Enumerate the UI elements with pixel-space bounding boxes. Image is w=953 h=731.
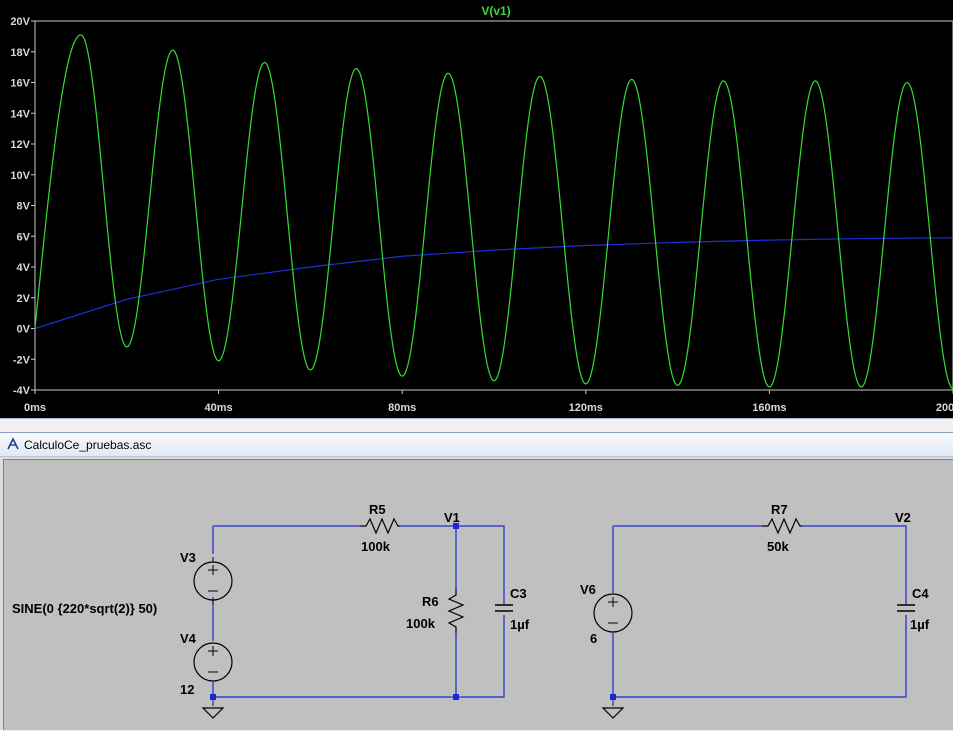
c3-capacitor[interactable] xyxy=(495,604,513,612)
y-tick-label: 20V xyxy=(10,16,30,28)
r5-resistor[interactable] xyxy=(360,517,400,535)
trace-v1[interactable] xyxy=(34,34,953,390)
v4-voltage-source[interactable] xyxy=(193,642,233,682)
x-tick-label: 0ms xyxy=(24,402,46,414)
plot-frame xyxy=(34,20,953,391)
x-tick-label: 120ms xyxy=(569,402,603,414)
x-tick-label: 160ms xyxy=(752,402,786,414)
y-tick-label: -2V xyxy=(13,354,31,366)
waveform-plot-pane[interactable]: V(v1) 20V 18V 16V 14V 12V 10V 8V 6V 4V 2V 0V -2V -4V… xyxy=(0,0,953,418)
c4-value-label[interactable]: 1µf xyxy=(910,617,930,632)
schematic-window-title: CalculoCe_pruebas.asc xyxy=(24,438,152,452)
r6-name-label[interactable]: R6 xyxy=(422,594,439,609)
y-tick-label: -4V xyxy=(13,385,31,397)
schematic-titlebar[interactable]: CalculoCe_pruebas.asc xyxy=(0,433,953,457)
r7-value-label[interactable]: 50k xyxy=(767,539,789,554)
pane-splitter[interactable] xyxy=(0,418,953,432)
c3-value-label[interactable]: 1µf xyxy=(510,617,530,632)
ground-symbol-left[interactable] xyxy=(201,707,225,719)
x-tick-label: 200ms xyxy=(936,402,953,414)
y-tick-label: 2V xyxy=(17,293,31,305)
schematic-file-icon xyxy=(7,437,19,450)
junction-ground-left xyxy=(210,694,216,700)
net-label-v2[interactable]: V2 xyxy=(895,510,911,525)
waveform-plot[interactable]: V(v1) 20V 18V 16V 14V 12V 10V 8V 6V 4V 2V 0V -2V -4V… xyxy=(0,0,953,418)
junction-bottom-left xyxy=(453,694,459,700)
y-tick-label: 4V xyxy=(17,262,31,274)
ground-symbol-right[interactable] xyxy=(601,707,625,719)
v6-value-label[interactable]: 6 xyxy=(590,631,597,646)
trace-v2[interactable] xyxy=(34,237,953,330)
y-tick-label: 10V xyxy=(10,170,30,182)
schematic-canvas[interactable]: V3 SINE(0 {220*sqrt(2)} 50) V4 12 R5 100… xyxy=(3,459,953,730)
y-tick-label: 16V xyxy=(10,78,30,90)
y-tick-label: 0V xyxy=(17,324,31,336)
r6-resistor[interactable] xyxy=(447,589,465,633)
wires-right xyxy=(612,525,907,706)
v4-name-label[interactable]: V4 xyxy=(180,631,197,646)
x-tick-label: 80ms xyxy=(388,402,416,414)
net-label-v1[interactable]: V1 xyxy=(444,510,460,525)
y-tick-label: 18V xyxy=(10,47,30,59)
r5-name-label[interactable]: R5 xyxy=(369,502,386,517)
trace-title-v1[interactable]: V(v1) xyxy=(481,4,510,18)
y-tick-label: 8V xyxy=(17,201,31,213)
r7-name-label[interactable]: R7 xyxy=(771,502,788,517)
r7-resistor[interactable] xyxy=(762,517,802,535)
v4-value-label[interactable]: 12 xyxy=(180,682,194,697)
schematic-window: CalculoCe_pruebas.asc V3 SINE(0 {220*sqr… xyxy=(0,432,953,730)
y-axis: 20V 18V 16V 14V 12V 10V 8V 6V 4V 2V 0V -2V -4V xyxy=(10,16,35,397)
junction-ground-right xyxy=(610,694,616,700)
c4-name-label[interactable]: C4 xyxy=(912,586,929,601)
c4-capacitor[interactable] xyxy=(897,604,915,612)
y-tick-label: 14V xyxy=(10,108,30,120)
y-tick-label: 12V xyxy=(10,139,30,151)
schematic-drawing[interactable]: V3 SINE(0 {220*sqrt(2)} 50) V4 12 R5 100… xyxy=(4,460,953,731)
y-tick-label: 6V xyxy=(17,231,31,243)
r5-value-label[interactable]: 100k xyxy=(361,539,391,554)
x-tick-label: 40ms xyxy=(205,402,233,414)
v6-name-label[interactable]: V6 xyxy=(580,582,596,597)
x-axis: 0ms 40ms 80ms 120ms 160ms 200ms xyxy=(24,390,953,414)
v3-value-label[interactable]: SINE(0 {220*sqrt(2)} 50) xyxy=(12,601,157,616)
c3-name-label[interactable]: C3 xyxy=(510,586,527,601)
v3-name-label[interactable]: V3 xyxy=(180,550,196,565)
v6-voltage-source[interactable] xyxy=(593,593,633,633)
r6-value-label[interactable]: 100k xyxy=(406,616,436,631)
